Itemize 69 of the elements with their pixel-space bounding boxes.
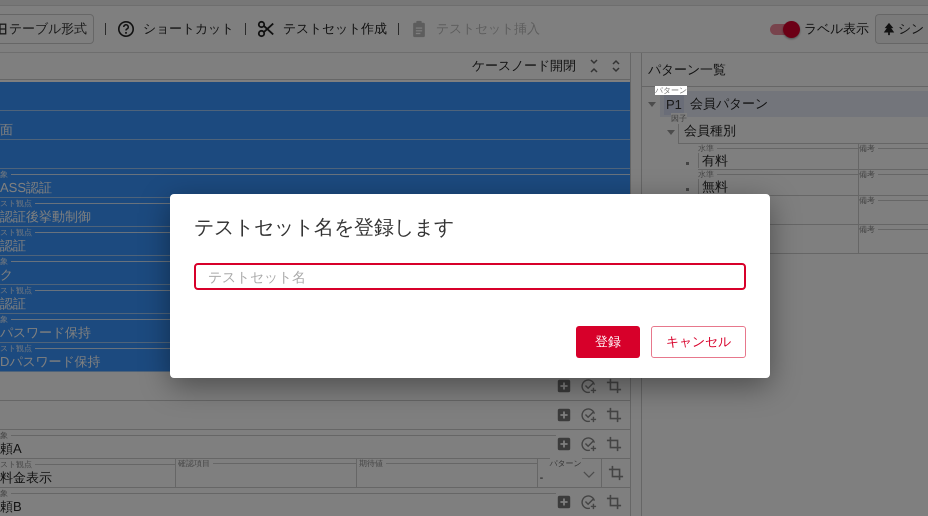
dialog-title: テストセット名を登録します: [194, 216, 455, 241]
crop-icon[interactable]: [608, 465, 624, 481]
node-text: 認証後挙動制御: [0, 208, 91, 226]
expand-icon[interactable]: [610, 58, 622, 74]
cancel-button[interactable]: キャンセル: [651, 326, 746, 358]
node-text: Dパスワード保持: [0, 353, 100, 371]
field-label: 象: [0, 170, 9, 179]
level-name: 有料: [698, 153, 728, 168]
add-icon[interactable]: [556, 436, 572, 452]
panel-header: ケースノード開閉: [472, 57, 576, 75]
node-text: パスワード保持: [0, 324, 91, 342]
check-add-icon[interactable]: [581, 378, 597, 394]
collapse-icon[interactable]: [588, 58, 600, 74]
tree-icon: [882, 22, 896, 36]
node-text: 頼A: [0, 440, 22, 458]
toolbar-link[interactable]: ショートカット: [143, 20, 234, 38]
toggle-label: ラベル表示: [804, 20, 869, 38]
check-add-icon[interactable]: [581, 436, 597, 452]
crop-icon[interactable]: [606, 378, 622, 394]
field-label: 備考: [859, 170, 876, 179]
add-icon[interactable]: [556, 407, 572, 423]
panel-title: パターン一覧: [648, 60, 726, 78]
field-label: 備考: [859, 225, 876, 234]
crop-icon[interactable]: [606, 436, 622, 452]
field-label: パターン: [655, 86, 687, 95]
tree-button[interactable]: シン: [875, 14, 928, 44]
clipboard-icon[interactable]: [410, 20, 428, 38]
field-label: スト観点: [0, 199, 33, 208]
check-add-icon[interactable]: [581, 407, 597, 423]
caret-icon[interactable]: [667, 130, 675, 135]
field-label: 因子: [671, 113, 687, 124]
node-text: 料金表示: [0, 469, 52, 487]
bullet-icon: [686, 188, 689, 191]
field-label: スト観点: [0, 460, 33, 469]
bullet-icon: [686, 162, 689, 165]
node-text: 認証: [0, 295, 26, 313]
pattern-name: 会員パターン: [690, 95, 768, 113]
field-label: 備考: [859, 196, 876, 205]
field-label: 象: [0, 431, 9, 440]
scissors-icon[interactable]: [257, 20, 275, 38]
pattern-select[interactable]: パターン -: [538, 459, 602, 487]
check-add-icon[interactable]: [581, 494, 597, 510]
table-format-button[interactable]: テーブル形式: [0, 14, 94, 44]
field-label: スト観点: [0, 228, 33, 237]
crop-icon[interactable]: [606, 407, 622, 423]
field-label: 象: [0, 489, 9, 498]
register-button[interactable]: 登録: [576, 326, 640, 358]
node-text: 認証: [0, 237, 26, 255]
field-label: 備考: [859, 144, 876, 153]
node-text: 面: [0, 121, 13, 139]
input-field[interactable]: テストセット名: [194, 263, 746, 290]
node-text: ASS認証: [0, 179, 52, 197]
toolbar-link[interactable]: テストセット作成: [283, 20, 387, 38]
field-label: 期待値: [358, 459, 384, 468]
chevron-icon: [582, 471, 594, 478]
node-text: 頼B: [0, 498, 22, 516]
field-label: 水準: [698, 144, 715, 153]
field-label: 象: [0, 257, 9, 266]
node-text: ク: [0, 266, 13, 284]
field-label: 水準: [698, 170, 715, 179]
add-icon[interactable]: [556, 378, 572, 394]
crop-icon[interactable]: [606, 494, 622, 510]
field-label: 象: [0, 315, 9, 324]
field-label: スト観点: [0, 286, 33, 295]
tree-row[interactable]: 象 頼A: [0, 430, 630, 459]
factor-name: 会員種別: [684, 122, 736, 140]
help-icon[interactable]: [117, 20, 135, 38]
add-icon[interactable]: [556, 494, 572, 510]
field-label: スト観点: [0, 344, 33, 353]
